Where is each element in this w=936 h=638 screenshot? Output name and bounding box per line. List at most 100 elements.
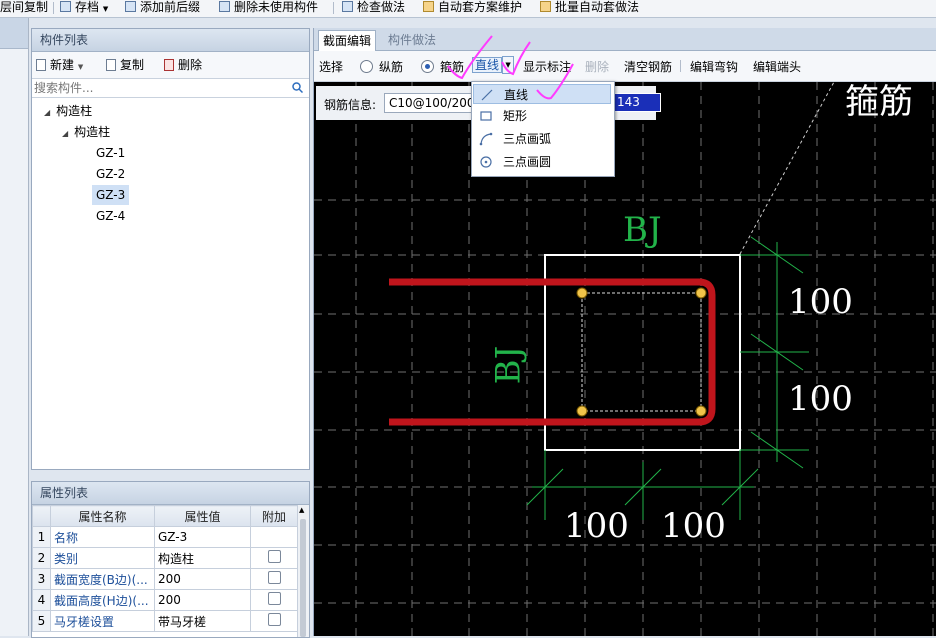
edit-hook-button[interactable]: 编辑弯钩: [690, 58, 738, 76]
tab-section-edit[interactable]: 截面编辑: [318, 30, 377, 51]
select-button[interactable]: 选择: [319, 58, 343, 76]
clear-rebar-button[interactable]: 清空钢筋: [624, 58, 672, 76]
delete-rebar-button[interactable]: 删除: [585, 58, 609, 76]
radio-selected-icon: [421, 60, 434, 73]
collapse-triangle-icon[interactable]: ◢: [62, 129, 68, 138]
menu-item-rect[interactable]: 矩形: [473, 106, 611, 126]
extra-checkbox[interactable]: [267, 550, 281, 563]
extra-checkbox[interactable]: [267, 592, 281, 605]
floor-copy-button[interactable]: 层间复制: [0, 0, 48, 16]
menu-item-line-label: 直线: [504, 88, 529, 102]
delete-unused-button[interactable]: 删除未使用构件: [219, 0, 318, 16]
header-value: 属性值: [154, 505, 251, 527]
tree-item-gz-4[interactable]: GZ-4: [92, 206, 129, 226]
chevron-down-icon[interactable]: ▼: [502, 56, 515, 74]
show-annotation-button[interactable]: 显示标注: [523, 58, 571, 76]
label-left-bj: BJ: [488, 345, 529, 385]
tab-component-method[interactable]: 构件做法: [384, 30, 440, 50]
add-prefix-suffix-button[interactable]: 添加前后缀: [125, 0, 200, 16]
copy-component-button[interactable]: 复制: [106, 56, 144, 74]
property-scrollbar[interactable]: ▲: [297, 505, 309, 637]
table-row[interactable]: 5 马牙槎设置 带马牙槎: [32, 610, 298, 632]
dim-bottom-left: 100: [564, 506, 629, 546]
canvas-title: 箍筋: [845, 82, 913, 122]
section-editor-panel: 截面编辑 构件做法 选择 纵筋 箍筋 直线 ▼ 显示标注 删除 清空钢筋 编辑弯钩…: [313, 28, 936, 636]
property-extra: [250, 568, 298, 590]
collapse-triangle-icon[interactable]: ◢: [44, 108, 50, 117]
row-number: 1: [32, 526, 51, 548]
save-archive-button[interactable]: 存档 ▼: [60, 0, 108, 16]
longitudinal-label: 纵筋: [379, 60, 404, 74]
line-icon: [481, 89, 493, 101]
component-list-toolbar: 新建 ▼ 复制 删除: [32, 52, 309, 78]
inner-guide-rect: [581, 292, 702, 412]
rectangle-icon: [480, 111, 492, 121]
search-icon[interactable]: [292, 82, 303, 93]
save-archive-label: 存档: [75, 0, 100, 14]
menu-item-circle-label: 三点画圆: [503, 155, 552, 169]
table-row[interactable]: 1 名称 GZ-3: [32, 526, 298, 548]
drawing-canvas[interactable]: 钢筋信息: C10@100/200 143 箍筋 BJ BJ 100 100 1…: [314, 82, 936, 636]
radio-icon: [360, 60, 373, 73]
extra-checkbox[interactable]: [267, 571, 281, 584]
delete-component-button[interactable]: 删除: [164, 56, 202, 74]
delete-unused-label: 删除未使用构件: [234, 0, 319, 14]
property-extra: [250, 526, 298, 548]
tree-node-root[interactable]: ◢ 构造柱: [44, 101, 92, 121]
shape-combo[interactable]: 直线 ▼: [472, 56, 515, 74]
corner-marker[interactable]: [695, 287, 707, 299]
corner-marker[interactable]: [576, 287, 588, 299]
tree-node-child-label: 构造柱: [74, 125, 111, 139]
property-value[interactable]: GZ-3: [154, 526, 251, 548]
add-prefix-suffix-label: 添加前后缀: [140, 0, 201, 14]
scroll-thumb[interactable]: [300, 519, 306, 637]
corner-markers: [576, 287, 707, 417]
scroll-up-icon[interactable]: ▲: [299, 506, 304, 514]
check-method-button[interactable]: 检查做法: [342, 0, 405, 16]
corner-marker[interactable]: [695, 405, 707, 417]
auto-plan-label: 自动套方案维护: [438, 0, 523, 14]
archive-icon: [60, 1, 71, 12]
stirrup-rebar[interactable]: [389, 278, 716, 426]
selected-number-field[interactable]: 143: [612, 93, 661, 112]
tree-item-gz-1[interactable]: GZ-1: [92, 143, 129, 163]
tree-item-gz-2[interactable]: GZ-2: [92, 164, 129, 184]
property-value[interactable]: 构造柱: [154, 547, 251, 569]
dim-bottom-right: 100: [661, 506, 726, 546]
tree-node-root-label: 构造柱: [56, 104, 93, 118]
longitudinal-radio[interactable]: 纵筋: [360, 58, 403, 76]
shape-combo-value: 直线: [472, 57, 503, 73]
rebar-info-label: 钢筋信息:: [324, 98, 377, 112]
batch-auto-button[interactable]: 批量自动套做法: [540, 0, 639, 16]
delete-unused-icon: [219, 1, 230, 12]
auto-plan-button[interactable]: 自动套方案维护: [423, 0, 522, 16]
table-row[interactable]: 3 截面宽度(B边)(... 200: [32, 568, 298, 590]
delete-label: 删除: [178, 58, 203, 72]
extra-checkbox[interactable]: [267, 613, 281, 626]
label-top-bj: BJ: [623, 210, 662, 250]
menu-item-rect-label: 矩形: [503, 109, 528, 123]
tree-item-gz-3[interactable]: GZ-3: [92, 185, 130, 205]
table-row[interactable]: 2 类别 构造柱: [32, 547, 298, 569]
table-row[interactable]: 4 截面高度(H边)(... 200: [32, 589, 298, 611]
menu-item-arc[interactable]: 三点画弧: [473, 129, 611, 149]
edit-end-button[interactable]: 编辑端头: [753, 58, 801, 76]
grid-lines: [314, 82, 936, 636]
property-extra: [250, 589, 298, 611]
section-drawing: [314, 82, 936, 636]
menu-item-line[interactable]: 直线: [473, 84, 611, 104]
menu-item-circle[interactable]: 三点画圆: [473, 152, 611, 172]
row-number: 4: [32, 589, 51, 611]
corner-marker[interactable]: [576, 405, 588, 417]
property-name: 截面宽度(B边)(...: [50, 568, 155, 590]
new-component-button[interactable]: 新建 ▼: [36, 56, 83, 74]
tree-node-child[interactable]: ◢ 构造柱: [62, 122, 110, 142]
property-value[interactable]: 带马牙槎: [154, 610, 251, 632]
property-value[interactable]: 200: [154, 568, 251, 590]
floor-copy-label: 层间复制: [0, 0, 49, 14]
stirrup-radio[interactable]: 箍筋: [421, 58, 464, 76]
component-search-input[interactable]: [34, 80, 284, 95]
left-nav-strip: [0, 18, 29, 636]
property-name: 马牙槎设置: [50, 610, 155, 632]
property-value[interactable]: 200: [154, 589, 251, 611]
